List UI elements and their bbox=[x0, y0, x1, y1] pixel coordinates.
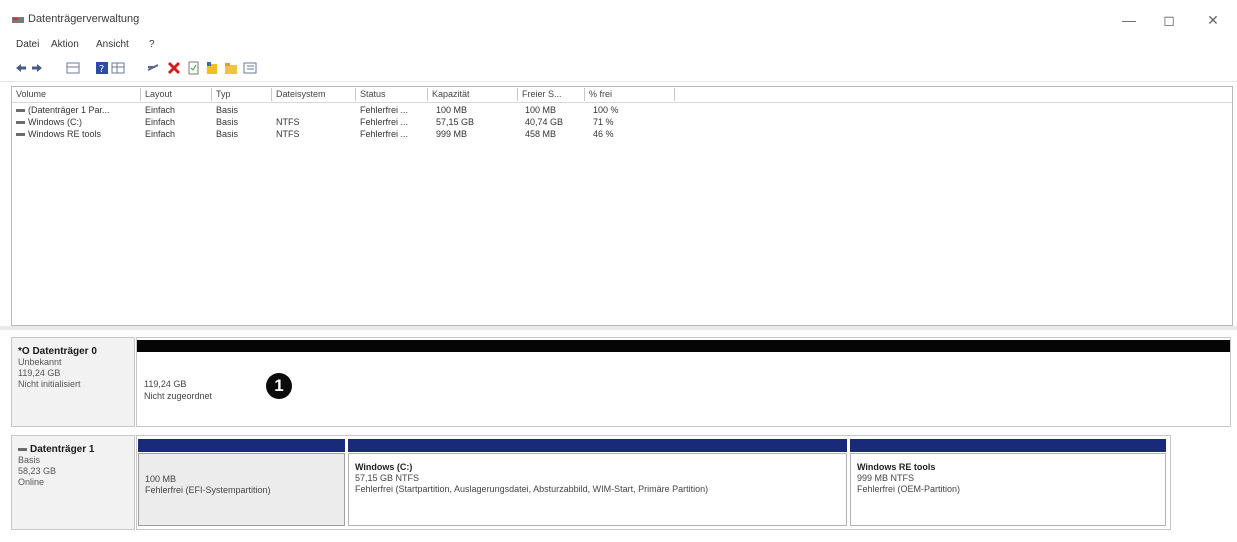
svg-text:?: ? bbox=[99, 64, 104, 75]
toolbar: ? bbox=[0, 55, 1237, 82]
partition-title: Windows (C:) bbox=[355, 462, 413, 472]
cell-typ: Basis bbox=[216, 105, 239, 115]
cell-volume: Windows (C:) bbox=[12, 116, 141, 128]
menu-aktion[interactable]: Aktion bbox=[51, 39, 79, 50]
yellow-square-icon[interactable] bbox=[205, 61, 219, 75]
volume-icon bbox=[16, 109, 25, 113]
window-title: Datenträgerverwaltung bbox=[28, 13, 140, 25]
unallocated-bar bbox=[137, 340, 1230, 352]
menu-ansicht[interactable]: Ansicht bbox=[96, 39, 129, 50]
list-icon[interactable] bbox=[243, 61, 257, 75]
column-header-freier-speicher[interactable]: Freier S... bbox=[518, 88, 585, 101]
partition-windows-c[interactable]: Windows (C:) 57,15 GB NTFS Fehlerfrei (S… bbox=[348, 453, 847, 526]
grid2-icon[interactable] bbox=[111, 61, 125, 75]
pane-splitter[interactable] bbox=[0, 326, 1237, 330]
cell-dateisystem: NTFS bbox=[276, 129, 300, 139]
disk1-name: Datenträger 1 bbox=[18, 444, 128, 455]
cell-status: Fehlerfrei ... bbox=[360, 105, 409, 115]
volume-list-header: Volume Layout Typ Dateisystem Status Kap… bbox=[12, 87, 1232, 103]
disk0-size: 119,24 GB bbox=[18, 368, 61, 378]
partition-size: 57,15 GB NTFS bbox=[355, 473, 420, 483]
partition-windows-re-tools[interactable]: Windows RE tools 999 MB NTFS Fehlerfrei … bbox=[850, 453, 1166, 526]
menu-datei[interactable]: Datei bbox=[16, 39, 39, 50]
partition-size: 999 MB NTFS bbox=[857, 473, 915, 483]
partition-bar bbox=[850, 439, 1166, 452]
connect-icon[interactable] bbox=[146, 61, 160, 75]
cell-prozent-frei: 46 % bbox=[593, 129, 614, 139]
disk0-area-status: Nicht zugeordnet bbox=[144, 391, 213, 401]
column-header-status[interactable]: Status bbox=[356, 88, 428, 101]
volume-icon bbox=[16, 133, 25, 137]
cell-status: Fehlerfrei ... bbox=[360, 117, 409, 127]
disk1-partitions-area: 100 MB Fehlerfrei (EFI-Systempartition) … bbox=[136, 435, 1171, 530]
help-icon[interactable]: ? bbox=[95, 61, 109, 75]
disk1-state: Online bbox=[18, 477, 45, 487]
table-row[interactable]: Windows RE tools Einfach Basis NTFS Fehl… bbox=[12, 128, 1232, 140]
partition-status: Fehlerfrei (EFI-Systempartition) bbox=[145, 485, 271, 495]
column-header-kapazitaet[interactable]: Kapazität bbox=[428, 88, 518, 101]
menu-bar: Datei Aktion Ansicht ? bbox=[0, 36, 1237, 54]
forward-icon[interactable] bbox=[30, 61, 44, 75]
cell-prozent-frei: 71 % bbox=[593, 117, 614, 127]
cell-typ: Basis bbox=[216, 117, 239, 127]
column-header-dateisystem[interactable]: Dateisystem bbox=[272, 88, 356, 101]
cell-freier-speicher: 458 MB bbox=[525, 129, 557, 139]
disk-management-app-icon bbox=[12, 17, 24, 23]
cell-dateisystem: NTFS bbox=[276, 117, 300, 127]
disk1-type: Basis bbox=[18, 455, 41, 465]
disk0-type: Unbekannt bbox=[18, 357, 62, 367]
cell-kapazitaet: 999 MB bbox=[436, 129, 468, 139]
disk1-size: 58,23 GB bbox=[18, 466, 57, 476]
disk0-name: *O Datenträger 0 bbox=[18, 346, 97, 357]
volume-list: Volume Layout Typ Dateisystem Status Kap… bbox=[11, 86, 1233, 326]
disk0-area-text: 119,24 GB Nicht zugeordnet bbox=[144, 378, 212, 402]
column-header-volume[interactable]: Volume bbox=[12, 88, 141, 101]
cell-status: Fehlerfrei ... bbox=[360, 129, 409, 139]
cell-freier-speicher: 100 MB bbox=[525, 105, 557, 115]
cell-layout: Einfach bbox=[145, 105, 176, 115]
cell-prozent-frei: 100 % bbox=[593, 105, 619, 115]
column-header-prozent-frei[interactable]: % frei bbox=[585, 88, 675, 101]
title-bar: Datenträgerverwaltung — ◻ ✕ bbox=[0, 0, 1237, 34]
cell-layout: Einfach bbox=[145, 129, 176, 139]
menu-help[interactable]: ? bbox=[149, 39, 155, 50]
partition-size: 100 MB bbox=[145, 474, 177, 484]
disk1-label[interactable]: Datenträger 1 Basis 58,23 GB Online bbox=[11, 435, 135, 530]
disk0-unallocated-area[interactable]: 119,24 GB Nicht zugeordnet bbox=[136, 337, 1231, 427]
cell-freier-speicher: 40,74 GB bbox=[525, 117, 564, 127]
table-row[interactable]: Windows (C:) Einfach Basis NTFS Fehlerfr… bbox=[12, 116, 1232, 128]
cell-layout: Einfach bbox=[145, 117, 176, 127]
disk-icon bbox=[18, 447, 27, 451]
minimize-button[interactable]: — bbox=[1116, 10, 1142, 30]
partition-efi[interactable]: 100 MB Fehlerfrei (EFI-Systempartition) bbox=[138, 453, 345, 526]
doc-icon[interactable] bbox=[186, 61, 200, 75]
close-button[interactable]: ✕ bbox=[1200, 10, 1226, 30]
partition-bar bbox=[348, 439, 847, 452]
column-header-layout[interactable]: Layout bbox=[141, 88, 212, 101]
column-header-typ[interactable]: Typ bbox=[212, 88, 272, 101]
folder-icon[interactable] bbox=[224, 61, 238, 75]
grid-icon[interactable] bbox=[66, 61, 80, 75]
volume-icon bbox=[16, 121, 25, 125]
annotation-badge: 1 bbox=[266, 373, 292, 399]
cell-volume: (Datenträger 1 Par... bbox=[12, 104, 141, 116]
disk0-label[interactable]: *O Datenträger 0 Unbekannt 119,24 GB Nic… bbox=[11, 337, 135, 427]
cell-kapazitaet: 57,15 GB bbox=[436, 117, 475, 127]
partition-title: Windows RE tools bbox=[857, 462, 936, 472]
disk0-area-size: 119,24 GB bbox=[144, 379, 187, 389]
maximize-button[interactable]: ◻ bbox=[1156, 10, 1182, 30]
cell-kapazitaet: 100 MB bbox=[436, 105, 468, 115]
cell-volume: Windows RE tools bbox=[12, 128, 141, 140]
disk0-state: Nicht initialisiert bbox=[18, 379, 81, 389]
back-icon[interactable] bbox=[14, 61, 28, 75]
delete-icon[interactable] bbox=[167, 61, 181, 75]
partition-status: Fehlerfrei (OEM-Partition) bbox=[857, 484, 961, 494]
partition-bar bbox=[138, 439, 345, 452]
partition-status: Fehlerfrei (Startpartition, Auslagerungs… bbox=[355, 484, 709, 494]
table-row[interactable]: (Datenträger 1 Par... Einfach Basis Fehl… bbox=[12, 104, 1232, 116]
cell-typ: Basis bbox=[216, 129, 239, 139]
